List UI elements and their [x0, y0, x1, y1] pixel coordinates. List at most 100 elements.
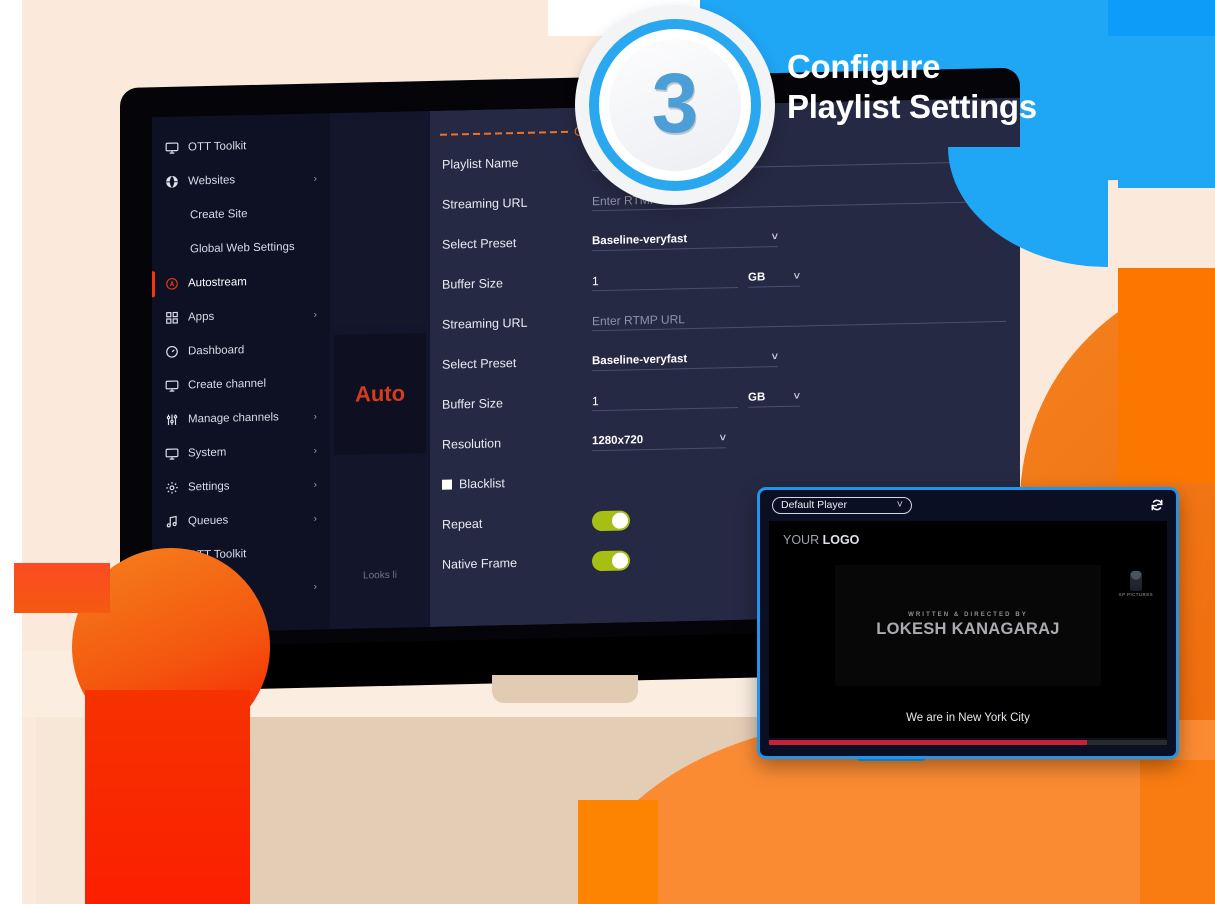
- video-player-window: Default Player ˅ YOUR LOGO SP PICTURES W…: [757, 487, 1179, 759]
- chevron-down-icon: ˅: [793, 270, 800, 283]
- dashed-rule: [440, 130, 568, 136]
- field-label: Buffer Size: [442, 276, 503, 292]
- field-label: Select Preset: [442, 356, 517, 372]
- decor-blue-accent: [1108, 0, 1215, 36]
- sidebar-item-create-site[interactable]: Create Site: [152, 195, 330, 233]
- field-label: Buffer Size: [442, 396, 503, 412]
- sidebar-item-system[interactable]: System ›: [152, 433, 330, 471]
- field-label: Streaming URL: [442, 195, 528, 212]
- field-label: Playlist Name: [442, 155, 519, 172]
- decor-orange-bar-left: [14, 563, 110, 613]
- badge-inner-disc: 3: [609, 39, 741, 171]
- preview-card-empty: [334, 119, 426, 327]
- toggle-knob: [612, 512, 628, 529]
- chevron-right-icon: ›: [313, 411, 317, 423]
- select-value: GB: [748, 270, 766, 284]
- sidebar-item-label: Settings: [188, 480, 230, 494]
- sidebar-item-label: Global Web Settings: [190, 241, 295, 256]
- monitor-stand: [492, 675, 638, 703]
- autostream-icon: [165, 277, 179, 291]
- buffer-size-input-2[interactable]: 1: [592, 387, 738, 412]
- field-label: Native Frame: [442, 555, 518, 572]
- progress-fill: [769, 740, 1088, 745]
- subtitle-text: We are in New York City: [906, 712, 1030, 724]
- select-value: GB: [748, 390, 766, 404]
- watermark-logo: YOUR LOGO: [783, 533, 859, 547]
- streaming-url-input-2[interactable]: Enter RTMP URL: [592, 301, 1006, 332]
- input-value: 1: [592, 273, 599, 288]
- watermark-text: YOUR: [783, 533, 823, 547]
- page-title: Configure Playlist Settings: [787, 47, 1187, 128]
- sidebar-item-label: OTT Toolkit: [188, 140, 247, 154]
- player-select-dropdown[interactable]: Default Player ˅: [772, 496, 912, 514]
- sidebar-item-label: Create channel: [188, 377, 266, 392]
- decor-orange-block-right: [1118, 268, 1215, 483]
- sidebar-item-autostream[interactable]: Autostream: [152, 263, 330, 301]
- video-credits-frame: WRITTEN & DIRECTED BY LOKESH KANAGARAJ: [835, 565, 1101, 686]
- studio-logo-text: SP PICTURES: [1118, 592, 1153, 597]
- playback-progress-bar[interactable]: [769, 740, 1167, 745]
- chevron-down-icon: ˅: [793, 390, 800, 403]
- field-label: Select Preset: [442, 236, 517, 252]
- buffer-size-input-1[interactable]: 1: [592, 267, 738, 292]
- select-value: Default Player: [781, 499, 847, 511]
- headline-line-2: Playlist Settings: [787, 88, 1037, 126]
- select-preset-dropdown-1[interactable]: Baseline-veryfast ˅: [592, 227, 778, 252]
- select-preset-dropdown-2[interactable]: Baseline-veryfast ˅: [592, 347, 778, 372]
- card-column: Auto Looks li: [330, 110, 430, 630]
- input-value: 1: [592, 393, 599, 408]
- sidebar-item-label: Create Site: [190, 208, 248, 222]
- blacklist-checkbox[interactable]: [442, 479, 452, 490]
- sidebar-item-ott-toolkit[interactable]: OTT Toolkit: [152, 127, 330, 165]
- gauge-icon: [165, 345, 179, 359]
- gear-icon: [165, 481, 179, 495]
- chevron-right-icon: ›: [313, 581, 317, 593]
- studio-logo: SP PICTURES: [1119, 571, 1153, 597]
- chevron-right-icon: ›: [313, 309, 317, 321]
- chevron-right-icon: ›: [313, 479, 317, 491]
- decor-orange-block-bottom-right: [1140, 760, 1215, 904]
- studio-logo-figure: [1129, 571, 1142, 591]
- sidebar-item-label: Queues: [188, 514, 229, 528]
- select-value: 1280x720: [592, 433, 644, 447]
- step-number: 3: [651, 56, 699, 150]
- sidebar-item-label: System: [188, 446, 227, 460]
- sidebar-item-queues[interactable]: Queues ›: [152, 501, 330, 539]
- step-badge: 3: [575, 5, 785, 205]
- field-label: Resolution: [442, 436, 502, 452]
- sidebar-item-websites[interactable]: Websites ›: [152, 161, 330, 199]
- sidebar-item-label: Manage channels: [188, 411, 279, 426]
- sidebar-item-create-channel[interactable]: Create channel: [152, 365, 330, 403]
- select-value: Baseline-veryfast: [592, 352, 688, 367]
- repeat-toggle[interactable]: [592, 510, 630, 532]
- chevron-right-icon: ›: [313, 173, 317, 185]
- chevron-down-icon: ˅: [771, 230, 778, 243]
- monitor-icon: [165, 379, 179, 393]
- buffer-unit-dropdown-2[interactable]: GB ˅: [748, 386, 800, 408]
- player-toolbar: Default Player ˅: [760, 490, 1176, 520]
- sidebar-item-global-web-settings[interactable]: Global Web Settings: [152, 229, 330, 267]
- field-label: Repeat: [442, 516, 483, 532]
- chevron-down-icon: ˅: [896, 499, 903, 511]
- background-left-white-strip: [0, 0, 22, 904]
- native-frame-toggle[interactable]: [592, 550, 630, 572]
- decor-orange-column-left: [85, 690, 250, 904]
- buffer-unit-dropdown-1[interactable]: GB ˅: [748, 266, 800, 288]
- watermark-bold: LOGO: [822, 533, 860, 547]
- resolution-dropdown[interactable]: 1280x720 ˅: [592, 428, 726, 452]
- decor-orange-block-bottom: [578, 800, 658, 904]
- brand-card: Auto: [334, 333, 426, 456]
- chevron-down-icon: ˅: [719, 431, 726, 444]
- sidebar-item-apps[interactable]: Apps ›: [152, 297, 330, 335]
- chevron-right-icon: ›: [313, 445, 317, 457]
- sidebar-item-manage-channels[interactable]: Manage channels ›: [152, 399, 330, 437]
- sliders-icon: [165, 413, 179, 427]
- refresh-icon[interactable]: [1150, 498, 1164, 512]
- sidebar-item-dashboard[interactable]: Dashboard: [152, 331, 330, 369]
- sidebar-item-settings[interactable]: Settings ›: [152, 467, 330, 505]
- video-surface[interactable]: YOUR LOGO SP PICTURES WRITTEN & DIRECTED…: [769, 521, 1167, 738]
- background-tan-wedge: [250, 717, 400, 904]
- credit-name: LOKESH KANAGARAJ: [876, 620, 1060, 638]
- credit-prefix: WRITTEN & DIRECTED BY: [908, 612, 1028, 618]
- grid-icon: [165, 311, 179, 325]
